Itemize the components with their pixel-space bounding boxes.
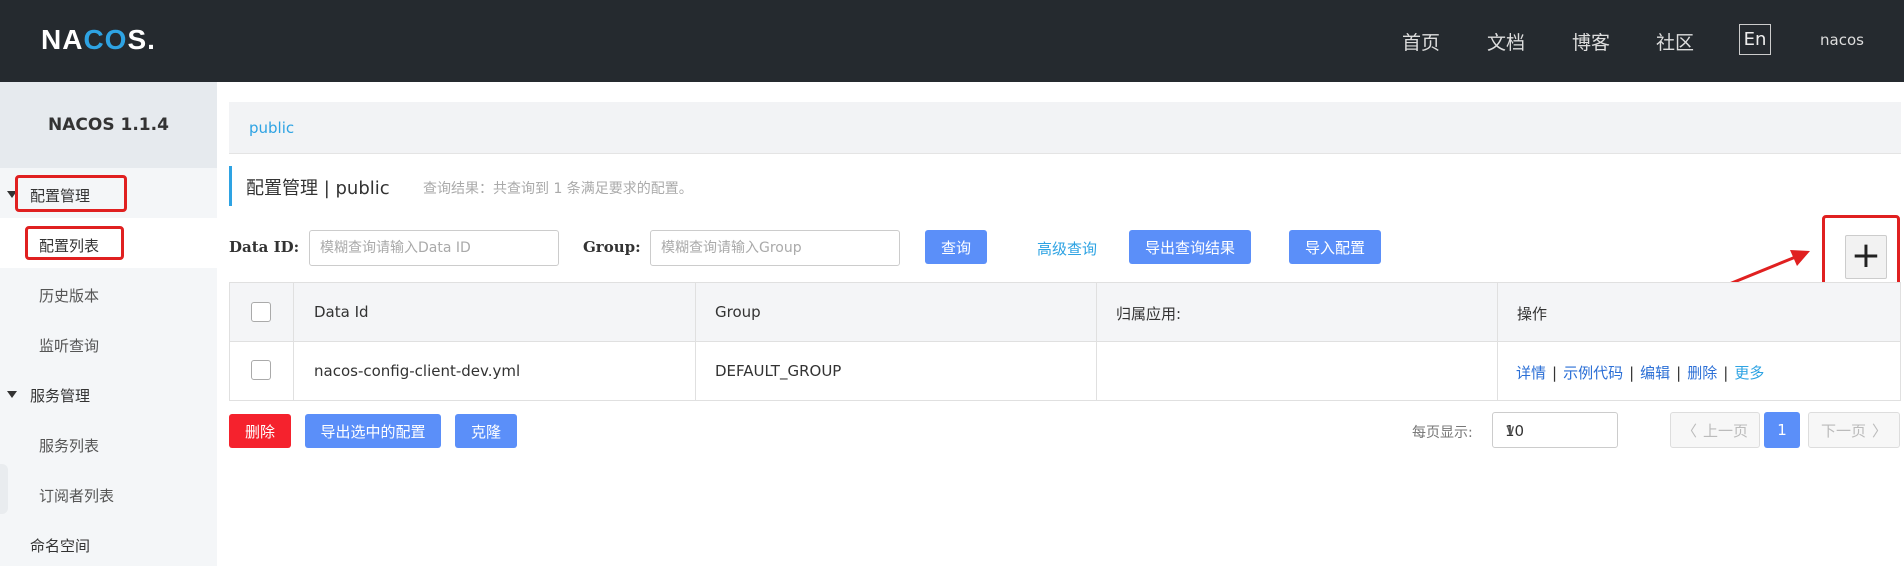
data-id-input[interactable] <box>309 230 559 266</box>
advanced-query-link[interactable]: 高级查询 <box>1037 238 1097 259</box>
prev-page-button[interactable]: 〈上一页 <box>1670 412 1760 448</box>
action-more[interactable]: 更多 <box>1734 364 1764 382</box>
column-header-actions: 操作 <box>1517 305 1548 323</box>
data-id-label: Data ID: <box>229 238 300 256</box>
page-size-label: 每页显示: <box>1412 425 1473 441</box>
page-1-button[interactable]: 1 <box>1764 412 1800 448</box>
group-input[interactable] <box>650 230 900 266</box>
add-config-button[interactable]: + <box>1845 235 1887 279</box>
annotation-highlight-box <box>15 175 127 212</box>
delete-selected-button[interactable]: 删除 <box>229 414 291 448</box>
sidebar-item-service-management[interactable]: 服务管理 <box>30 385 90 406</box>
config-table: Data Id Group 归属应用: 操作 nacos-config-clie… <box>229 282 1901 401</box>
page-size-select[interactable]: 10 ∨ <box>1492 412 1618 448</box>
chevron-down-icon: ∨ <box>1505 421 1516 439</box>
annotation-highlight-box <box>25 226 124 260</box>
action-sample-code[interactable]: 示例代码 <box>1563 364 1623 382</box>
import-config-button[interactable]: 导入配置 <box>1289 230 1381 264</box>
group-label: Group: <box>583 238 641 256</box>
next-page-button[interactable]: 下一页〉 <box>1808 412 1900 448</box>
column-header-group[interactable]: Group <box>715 303 761 321</box>
query-summary: 查询结果：共查询到 1 条满足要求的配置。 <box>423 181 693 197</box>
nacos-logo[interactable]: NACOS. <box>41 22 156 58</box>
nav-blog[interactable]: 博客 <box>1572 28 1610 55</box>
sidebar-item-namespace[interactable]: 命名空间 <box>30 535 90 556</box>
select-all-checkbox[interactable] <box>251 302 271 322</box>
chevron-right-icon: 〉 <box>1872 421 1888 440</box>
breadcrumb: public <box>229 102 1901 154</box>
page-title-row: 配置管理 | public 查询结果：共查询到 1 条满足要求的配置。 <box>229 166 693 206</box>
page-title: 配置管理 | public <box>246 178 390 199</box>
next-page-label: 下一页 <box>1820 421 1866 440</box>
column-header-app[interactable]: 归属应用: <box>1116 303 1181 324</box>
caret-down-icon[interactable] <box>7 391 17 398</box>
breadcrumb-namespace[interactable]: public <box>249 119 294 137</box>
export-results-button[interactable]: 导出查询结果 <box>1129 230 1251 264</box>
action-details[interactable]: 详情 <box>1516 364 1546 382</box>
row-checkbox[interactable] <box>251 360 271 380</box>
prev-page-label: 上一页 <box>1703 421 1749 440</box>
language-toggle[interactable]: En <box>1739 24 1771 55</box>
logo-text: NACOS. <box>41 24 156 55</box>
action-edit[interactable]: 编辑 <box>1640 364 1670 382</box>
table-header <box>230 283 1900 342</box>
chevron-left-icon: 〈 <box>1681 421 1697 440</box>
action-delete[interactable]: 删除 <box>1687 364 1717 382</box>
sidebar-item-history[interactable]: 历史版本 <box>39 285 99 306</box>
sidebar-item-subscribers[interactable]: 订阅者列表 <box>39 485 114 506</box>
sidebar-item-service-list[interactable]: 服务列表 <box>39 435 99 456</box>
sidebar: NACOS 1.1.4 配置管理 配置列表 历史版本 监听查询 服务管理 服务列… <box>0 82 217 566</box>
row-actions: 详情 | 示例代码 | 编辑 | 删除 | 更多 <box>1516 364 1765 382</box>
cell-group: DEFAULT_GROUP <box>715 362 842 380</box>
export-selected-button[interactable]: 导出选中的配置 <box>305 414 441 448</box>
clone-button[interactable]: 克隆 <box>455 414 517 448</box>
top-navbar: NACOS. 首页 文档 博客 社区 En nacos <box>0 0 1904 82</box>
cell-data-id: nacos-config-client-dev.yml <box>314 362 521 380</box>
column-header-data-id[interactable]: Data Id <box>314 303 369 321</box>
sidebar-item-listener-query[interactable]: 监听查询 <box>39 335 99 356</box>
user-name[interactable]: nacos <box>1820 31 1864 49</box>
query-button[interactable]: 查询 <box>925 230 987 264</box>
sidebar-version: NACOS 1.1.4 <box>0 82 217 168</box>
nav-home[interactable]: 首页 <box>1402 28 1440 55</box>
sidebar-collapse-handle[interactable] <box>0 464 8 514</box>
nav-community[interactable]: 社区 <box>1656 28 1694 55</box>
nav-docs[interactable]: 文档 <box>1487 28 1525 55</box>
